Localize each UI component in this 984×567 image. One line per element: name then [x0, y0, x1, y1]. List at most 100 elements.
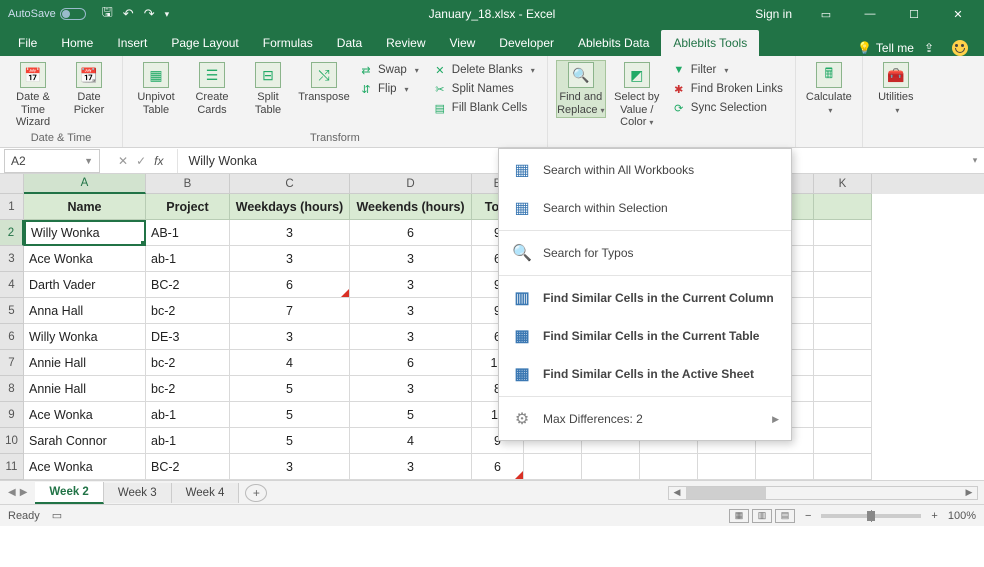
autosave-toggle[interactable]: AutoSave: [8, 8, 86, 20]
split-names-button[interactable]: ✂Split Names: [429, 81, 539, 97]
date-time-wizard-button[interactable]: 📅 Date &Time Wizard: [8, 60, 58, 129]
row-header-1[interactable]: 1: [0, 194, 24, 220]
sheet-tab-week-4[interactable]: Week 4: [172, 483, 240, 503]
cell-C9[interactable]: 5: [230, 402, 350, 428]
feedback-icon[interactable]: [952, 40, 968, 56]
cell-D8[interactable]: 3: [350, 376, 472, 402]
redo-icon[interactable]: ↷: [144, 6, 155, 22]
create-cards-button[interactable]: ☰CreateCards: [187, 60, 237, 116]
cell-A6[interactable]: Willy Wonka: [24, 324, 146, 350]
cell-D1[interactable]: Weekends (hours): [350, 194, 472, 220]
cell-I11[interactable]: [698, 454, 756, 480]
scroll-thumb[interactable]: [686, 487, 766, 499]
zoom-in-icon[interactable]: +: [931, 510, 937, 522]
cell-F11[interactable]: [524, 454, 582, 480]
sheet-tab-week-2[interactable]: Week 2: [35, 482, 103, 504]
cell-C11[interactable]: 3: [230, 454, 350, 480]
cell-K10[interactable]: [814, 428, 872, 454]
row-header-6[interactable]: 6: [0, 324, 24, 350]
cell-B4[interactable]: BC-2: [146, 272, 230, 298]
cell-B9[interactable]: ab-1: [146, 402, 230, 428]
cell-C3[interactable]: 3: [230, 246, 350, 272]
cell-A1[interactable]: Name: [24, 194, 146, 220]
tab-review[interactable]: Review: [374, 30, 437, 56]
tab-view[interactable]: View: [438, 30, 488, 56]
cell-D2[interactable]: 6: [350, 220, 472, 246]
zoom-level[interactable]: 100%: [948, 510, 976, 522]
cell-K5[interactable]: [814, 298, 872, 324]
cell-C2[interactable]: 3: [230, 220, 350, 246]
cell-E11[interactable]: 6: [472, 454, 524, 480]
cell-C8[interactable]: 5: [230, 376, 350, 402]
close-icon[interactable]: ✕: [938, 0, 978, 28]
undo-icon[interactable]: ↶: [123, 6, 134, 22]
cell-K2[interactable]: [814, 220, 872, 246]
row-header-9[interactable]: 9: [0, 402, 24, 428]
cell-A2[interactable]: Willy Wonka: [24, 220, 146, 246]
dd-search-selection[interactable]: ▦Search within Selection: [499, 189, 791, 227]
row-header-5[interactable]: 5: [0, 298, 24, 324]
cell-J11[interactable]: [756, 454, 814, 480]
find-and-replace-button[interactable]: 🔍Find andReplace: [556, 60, 606, 118]
cell-A11[interactable]: Ace Wonka: [24, 454, 146, 480]
sheet-tab-week-3[interactable]: Week 3: [104, 483, 172, 503]
tab-file[interactable]: File: [6, 30, 49, 56]
cell-K6[interactable]: [814, 324, 872, 350]
cell-B11[interactable]: BC-2: [146, 454, 230, 480]
date-picker-button[interactable]: 📆 DatePicker: [64, 60, 114, 116]
cell-G11[interactable]: [582, 454, 640, 480]
row-header-8[interactable]: 8: [0, 376, 24, 402]
cell-A7[interactable]: Annie Hall: [24, 350, 146, 376]
cell-C7[interactable]: 4: [230, 350, 350, 376]
cell-B6[interactable]: DE-3: [146, 324, 230, 350]
find-broken-links-button[interactable]: ✱Find Broken Links: [668, 81, 787, 97]
scroll-right-icon[interactable]: ▶: [961, 487, 977, 498]
cell-C10[interactable]: 5: [230, 428, 350, 454]
col-header-D[interactable]: D: [350, 174, 472, 194]
cell-K9[interactable]: [814, 402, 872, 428]
qat-customize-icon[interactable]: ▾: [165, 9, 170, 20]
horizontal-scrollbar[interactable]: ◀ ▶: [267, 486, 984, 500]
ribbon-display-options-icon[interactable]: ▭: [806, 0, 846, 28]
cell-D11[interactable]: 3: [350, 454, 472, 480]
sheet-nav-next-icon[interactable]: ▶: [20, 487, 28, 498]
dd-search-all-workbooks[interactable]: ▦Search within All Workbooks: [499, 151, 791, 189]
scroll-left-icon[interactable]: ◀: [669, 487, 685, 498]
view-page-break-icon[interactable]: ▤: [775, 509, 795, 523]
cell-K7[interactable]: [814, 350, 872, 376]
tab-formulas[interactable]: Formulas: [251, 30, 325, 56]
cell-A4[interactable]: Darth Vader: [24, 272, 146, 298]
cell-A5[interactable]: Anna Hall: [24, 298, 146, 324]
cell-A3[interactable]: Ace Wonka: [24, 246, 146, 272]
cell-B7[interactable]: bc-2: [146, 350, 230, 376]
col-header-C[interactable]: C: [230, 174, 350, 194]
cell-D5[interactable]: 3: [350, 298, 472, 324]
tellme-search[interactable]: 💡 Tell me: [857, 41, 914, 55]
tab-ablebits-data[interactable]: Ablebits Data: [566, 30, 661, 56]
select-all-corner[interactable]: [0, 174, 24, 194]
row-header-11[interactable]: 11: [0, 454, 24, 480]
cell-D3[interactable]: 3: [350, 246, 472, 272]
dd-similar-cells-table[interactable]: ▦Find Similar Cells in the Current Table: [499, 317, 791, 355]
share-icon[interactable]: ⇪: [924, 41, 934, 55]
dd-similar-cells-column[interactable]: ▥Find Similar Cells in the Current Colum…: [499, 279, 791, 317]
cell-B1[interactable]: Project: [146, 194, 230, 220]
name-box[interactable]: A2 ▼: [4, 149, 100, 173]
zoom-slider[interactable]: [821, 514, 921, 518]
cell-B8[interactable]: bc-2: [146, 376, 230, 402]
tab-home[interactable]: Home: [49, 30, 105, 56]
cell-A9[interactable]: Ace Wonka: [24, 402, 146, 428]
col-header-A[interactable]: A: [24, 174, 146, 194]
unpivot-table-button[interactable]: ▦UnpivotTable: [131, 60, 181, 116]
cell-D6[interactable]: 3: [350, 324, 472, 350]
view-page-layout-icon[interactable]: ▥: [752, 509, 772, 523]
cell-K3[interactable]: [814, 246, 872, 272]
select-by-value-color-button[interactable]: ◩Select byValue / Color: [612, 60, 662, 129]
swap-button[interactable]: ⇄Swap: [355, 62, 423, 78]
row-header-3[interactable]: 3: [0, 246, 24, 272]
sheet-nav-prev-icon[interactable]: ◀: [8, 487, 16, 498]
fill-blank-cells-button[interactable]: ▤Fill Blank Cells: [429, 100, 539, 116]
macro-record-icon[interactable]: ▭: [52, 509, 62, 522]
cell-D7[interactable]: 6: [350, 350, 472, 376]
row-header-2[interactable]: 2: [0, 220, 24, 246]
